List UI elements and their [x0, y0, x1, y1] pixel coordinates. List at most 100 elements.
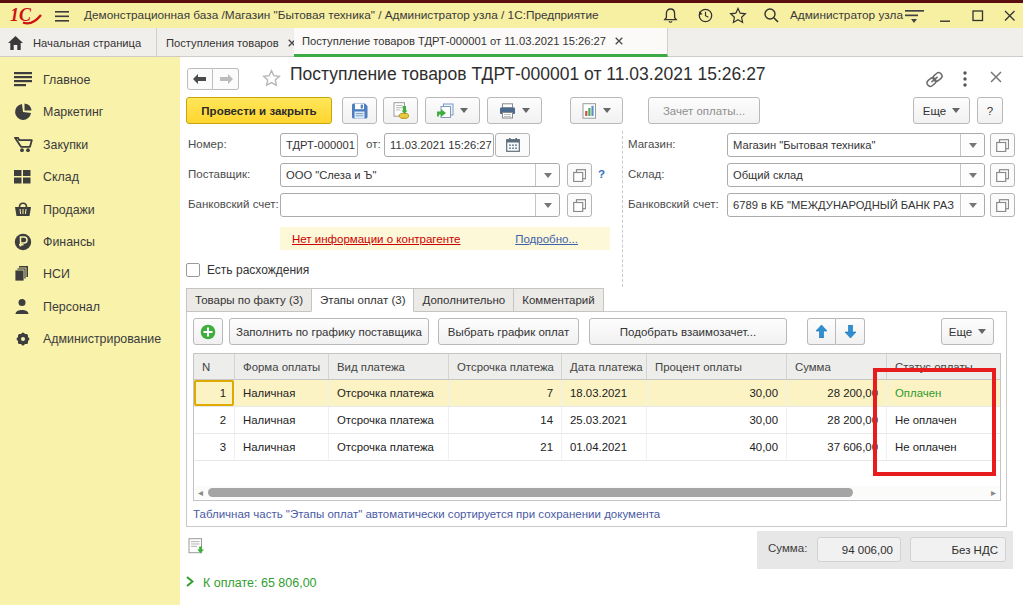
- table-cell[interactable]: Отсрочка платежа: [329, 434, 449, 460]
- sidebar-item-3[interactable]: Склад: [0, 161, 180, 193]
- create-based-on-button[interactable]: [425, 97, 480, 124]
- column-header[interactable]: Процент оплаты: [647, 354, 787, 379]
- sidebar-item-5[interactable]: Финансы: [0, 226, 180, 258]
- subtab-additional[interactable]: Дополнительно: [414, 288, 513, 312]
- date-input[interactable]: 11.03.2021 15:26:27: [384, 133, 494, 157]
- table-cell[interactable]: 1: [194, 380, 235, 406]
- payment-offset-button[interactable]: Зачет оплаты...: [648, 97, 760, 124]
- sidebar-item-0[interactable]: Главное: [0, 64, 180, 96]
- supplier-input[interactable]: ООО "Слеза и Ъ": [280, 163, 560, 187]
- hamburger-menu-icon[interactable]: [55, 11, 75, 29]
- dropdown-icon[interactable]: [960, 194, 984, 216]
- dropdown-icon[interactable]: [535, 164, 559, 186]
- horizontal-scrollbar[interactable]: ◂ ▸: [195, 486, 999, 499]
- back-button[interactable]: [187, 68, 213, 90]
- sidebar-item-1[interactable]: Маркетинг: [0, 96, 180, 128]
- supplier-open-icon[interactable]: [567, 163, 592, 187]
- table-cell[interactable]: Наличная: [235, 434, 329, 460]
- column-header[interactable]: N: [194, 354, 235, 379]
- bank-account-open-icon[interactable]: [567, 193, 592, 217]
- dropdown-icon[interactable]: [535, 194, 559, 216]
- maximize-button[interactable]: [972, 10, 992, 28]
- more-dots-icon[interactable]: [963, 71, 971, 87]
- current-user[interactable]: Администратор узла: [790, 8, 903, 22]
- table-cell[interactable]: 21: [449, 434, 562, 460]
- column-header[interactable]: Вид платежа: [329, 354, 449, 379]
- column-header[interactable]: Форма оплаты: [235, 354, 329, 379]
- more-button[interactable]: Еще: [913, 97, 970, 124]
- add-row-button[interactable]: [193, 318, 223, 345]
- print-button[interactable]: [487, 97, 542, 124]
- table-cell[interactable]: 3: [194, 434, 235, 460]
- table-cell[interactable]: 01.04.2021: [562, 434, 647, 460]
- reports-button[interactable]: [570, 97, 623, 124]
- table-cell[interactable]: Отсрочка платежа: [329, 407, 449, 433]
- table-cell[interactable]: Отсрочка платежа: [329, 380, 449, 406]
- amount-due[interactable]: К оплате: 65 806,00: [186, 576, 317, 590]
- sidebar-item-4[interactable]: Продажи: [0, 194, 180, 226]
- subtab-goods[interactable]: Товары по факту (3): [186, 288, 311, 312]
- close-window-button[interactable]: [1004, 10, 1023, 28]
- warehouse-open-icon[interactable]: [990, 163, 1015, 187]
- table-cell[interactable]: 37 606,00: [787, 434, 887, 460]
- table-cell[interactable]: 28 200,00: [787, 380, 887, 406]
- tab-receipt-doc[interactable]: Поступление товаров ТДРТ-000001 от 11.03…: [294, 28, 668, 57]
- table-cell[interactable]: 18.03.2021: [562, 380, 647, 406]
- service-menu-icon[interactable]: [905, 10, 925, 28]
- supplier-help-icon[interactable]: ?: [598, 168, 605, 180]
- bank-account2-input[interactable]: 6789 в КБ "МЕЖДУНАРОДНЫЙ БАНК РАЗ: [727, 193, 985, 217]
- post-document-button[interactable]: [383, 97, 418, 124]
- forward-button[interactable]: [213, 68, 239, 90]
- details-link[interactable]: Подробно...: [515, 233, 578, 245]
- choose-schedule-button[interactable]: Выбрать график оплат: [438, 318, 579, 345]
- column-header[interactable]: Сумма: [787, 354, 887, 379]
- history-icon[interactable]: [696, 7, 716, 25]
- table-cell[interactable]: 14: [449, 407, 562, 433]
- store-open-icon[interactable]: [990, 133, 1015, 157]
- tab-close-icon[interactable]: [615, 34, 623, 48]
- get-link-icon[interactable]: [925, 71, 943, 87]
- favorites-star-icon[interactable]: [729, 7, 749, 25]
- sidebar-item-8[interactable]: Администрирование: [0, 323, 180, 355]
- discrepancy-checkbox[interactable]: [186, 263, 200, 277]
- post-and-close-button[interactable]: Провести и закрыть: [186, 97, 332, 124]
- table-cell[interactable]: 28 200,00: [787, 407, 887, 433]
- bank-account2-open-icon[interactable]: [990, 193, 1015, 217]
- no-counterparty-info-link[interactable]: Нет информации о контрагенте: [292, 233, 461, 245]
- expand-chevron-icon[interactable]: [186, 576, 194, 590]
- save-button[interactable]: [342, 97, 377, 124]
- sidebar-item-2[interactable]: Закупки: [0, 129, 180, 161]
- pick-offset-button[interactable]: Подобрать взаимозачет...: [589, 318, 787, 345]
- help-button[interactable]: ?: [977, 97, 1003, 124]
- table-cell[interactable]: Наличная: [235, 407, 329, 433]
- column-header[interactable]: Дата платежа: [562, 354, 647, 379]
- warehouse-input[interactable]: Общий склад: [727, 163, 985, 187]
- move-up-button[interactable]: [807, 318, 836, 345]
- close-form-icon[interactable]: [990, 71, 1008, 87]
- dropdown-icon[interactable]: [960, 134, 984, 156]
- scroll-left-icon[interactable]: ◂: [198, 487, 203, 498]
- tab-receipts-list[interactable]: Поступления товаров: [158, 28, 295, 57]
- notifications-bell-icon[interactable]: [662, 7, 682, 25]
- store-input[interactable]: Магазин "Бытовая техника": [727, 133, 985, 157]
- subtab-comment[interactable]: Комментарий: [513, 288, 603, 312]
- subtab-payment-stages[interactable]: Этапы оплат (3): [311, 288, 414, 312]
- table-more-button[interactable]: Еще: [941, 318, 994, 345]
- dropdown-icon[interactable]: [960, 164, 984, 186]
- calendar-icon[interactable]: [495, 133, 530, 157]
- table-cell[interactable]: 2: [194, 407, 235, 433]
- search-icon[interactable]: [763, 7, 783, 25]
- scrollbar-thumb[interactable]: [208, 488, 853, 497]
- move-down-button[interactable]: [836, 318, 865, 345]
- table-cell[interactable]: 30,00: [647, 407, 787, 433]
- number-input[interactable]: ТДРТ-000001: [280, 133, 358, 157]
- table-cell[interactable]: 25.03.2021: [562, 407, 647, 433]
- scroll-right-icon[interactable]: ▸: [991, 487, 996, 498]
- column-header[interactable]: Отсрочка платежа: [449, 354, 562, 379]
- sidebar-item-6[interactable]: НСИ: [0, 258, 180, 290]
- table-cell[interactable]: 7: [449, 380, 562, 406]
- fill-by-schedule-button[interactable]: Заполнить по графику поставщика: [229, 318, 429, 345]
- table-cell[interactable]: Наличная: [235, 380, 329, 406]
- bank-account-input[interactable]: [280, 193, 560, 217]
- tab-home[interactable]: Начальная страница: [0, 28, 157, 57]
